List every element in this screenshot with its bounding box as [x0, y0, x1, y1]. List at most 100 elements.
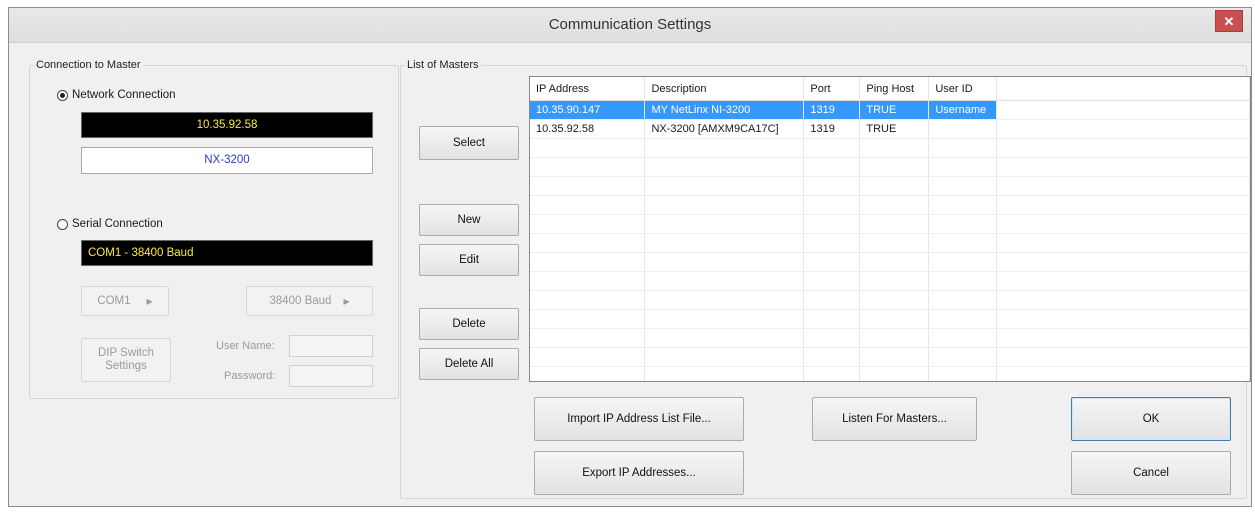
empty-cell [803, 328, 861, 348]
window-title: Communication Settings [548, 16, 712, 33]
close-button[interactable]: ✕ [1215, 10, 1243, 32]
select-button[interactable]: Select [419, 126, 519, 160]
new-button[interactable]: New [419, 204, 519, 236]
empty-row [530, 176, 1250, 196]
empty-row [530, 252, 1250, 272]
arrow-right-icon: ▶ [146, 296, 153, 306]
serial-radio-indicator[interactable] [57, 218, 68, 230]
empty-cell [530, 157, 646, 177]
empty-cell [996, 195, 1250, 215]
communication-settings-dialog: Communication Settings ✕ Connection to M… [8, 7, 1252, 507]
cell-ping-host: TRUE [859, 119, 930, 139]
network-connection-radio[interactable]: Network Connection [57, 89, 176, 101]
empty-row [530, 214, 1250, 234]
empty-cell [859, 271, 930, 291]
masters-list[interactable]: IP Address Description Port Ping Host Us… [529, 76, 1251, 382]
network-radio-indicator[interactable] [57, 89, 68, 101]
com-port-button[interactable]: COM1 ▶ [81, 286, 169, 316]
empty-cell [859, 233, 930, 253]
delete-button-label: Delete [452, 318, 486, 330]
empty-cell [859, 176, 930, 196]
arrow-right-icon: ▶ [343, 296, 350, 306]
com-port-label: COM1 [97, 295, 131, 307]
network-ip-display: 10.35.92.58 [81, 112, 373, 138]
empty-cell [928, 366, 998, 381]
cell-description: NX-3200 [AMXM9CA17C] [644, 119, 805, 139]
empty-cell [530, 347, 646, 367]
cancel-button[interactable]: Cancel [1071, 451, 1231, 495]
empty-cell [803, 157, 861, 177]
serial-connection-radio[interactable]: Serial Connection [57, 218, 163, 230]
empty-cell [530, 138, 646, 158]
ok-button[interactable]: OK [1071, 397, 1231, 441]
delete-button[interactable]: Delete [419, 308, 519, 340]
empty-cell [644, 214, 805, 234]
edit-button-label: Edit [459, 254, 479, 266]
table-row[interactable]: 10.35.90.147 MY NetLinx NI-3200 1319 TRU… [530, 100, 1250, 120]
empty-cell [996, 328, 1250, 348]
empty-cell [803, 309, 861, 329]
cell-ip-address: 10.35.90.147 [530, 100, 646, 120]
close-icon: ✕ [1223, 14, 1235, 29]
empty-row [530, 309, 1250, 329]
empty-cell [996, 233, 1250, 253]
empty-row [530, 347, 1250, 367]
empty-cell [803, 366, 861, 381]
network-name-display: NX-3200 [81, 147, 373, 174]
column-header-description[interactable]: Description [644, 77, 805, 101]
empty-row [530, 157, 1250, 177]
delete-all-button[interactable]: Delete All [419, 348, 519, 380]
empty-cell [644, 233, 805, 253]
empty-cell [530, 195, 646, 215]
password-input[interactable] [289, 365, 373, 387]
export-ip-addresses-button[interactable]: Export IP Addresses... [534, 451, 744, 495]
empty-cell [803, 138, 861, 158]
empty-cell [928, 157, 998, 177]
column-header-port[interactable]: Port [803, 77, 861, 101]
import-button-label: Import IP Address List File... [567, 413, 711, 425]
new-button-label: New [457, 214, 481, 226]
serial-settings-display: COM1 - 38400 Baud [81, 240, 373, 266]
select-button-label: Select [453, 137, 485, 149]
ok-button-label: OK [1142, 413, 1160, 425]
empty-row [530, 195, 1250, 215]
column-header-user-id[interactable]: User ID [928, 77, 998, 101]
empty-cell [530, 271, 646, 291]
column-header-ip[interactable]: IP Address [530, 77, 646, 101]
table-row[interactable]: 10.35.92.58 NX-3200 [AMXM9CA17C] 1319 TR… [530, 119, 1250, 139]
empty-cell [530, 309, 646, 329]
listen-for-masters-button[interactable]: Listen For Masters... [812, 397, 977, 441]
cell-ip-address: 10.35.92.58 [530, 119, 646, 139]
empty-cell [644, 176, 805, 196]
empty-cell [996, 271, 1250, 291]
import-ip-list-button[interactable]: Import IP Address List File... [534, 397, 744, 441]
table-header-row: IP Address Description Port Ping Host Us… [530, 77, 1250, 101]
empty-cell [644, 366, 805, 381]
empty-cell [644, 195, 805, 215]
empty-cell [859, 214, 930, 234]
empty-cell [644, 252, 805, 272]
empty-row [530, 328, 1250, 348]
empty-cell [803, 271, 861, 291]
empty-cell [859, 157, 930, 177]
empty-row [530, 233, 1250, 253]
cancel-button-label: Cancel [1133, 467, 1169, 479]
empty-cell [996, 366, 1250, 381]
empty-cell [928, 252, 998, 272]
empty-cell [530, 214, 646, 234]
cell-port: 1319 [803, 100, 861, 120]
delete-all-button-label: Delete All [444, 358, 494, 370]
masters-table: IP Address Description Port Ping Host Us… [530, 77, 1250, 381]
empty-cell [996, 176, 1250, 196]
column-header-filler [996, 77, 1250, 101]
baud-rate-button[interactable]: 38400 Baud ▶ [246, 286, 373, 316]
edit-button[interactable]: Edit [419, 244, 519, 276]
title-bar: Communication Settings ✕ [9, 8, 1251, 43]
dip-switch-settings-button[interactable]: DIP Switch Settings [81, 338, 171, 382]
empty-cell [996, 252, 1250, 272]
empty-cell [530, 328, 646, 348]
empty-cell [859, 290, 930, 310]
username-input[interactable] [289, 335, 373, 357]
empty-cell [859, 366, 930, 381]
column-header-ping-host[interactable]: Ping Host [859, 77, 930, 101]
